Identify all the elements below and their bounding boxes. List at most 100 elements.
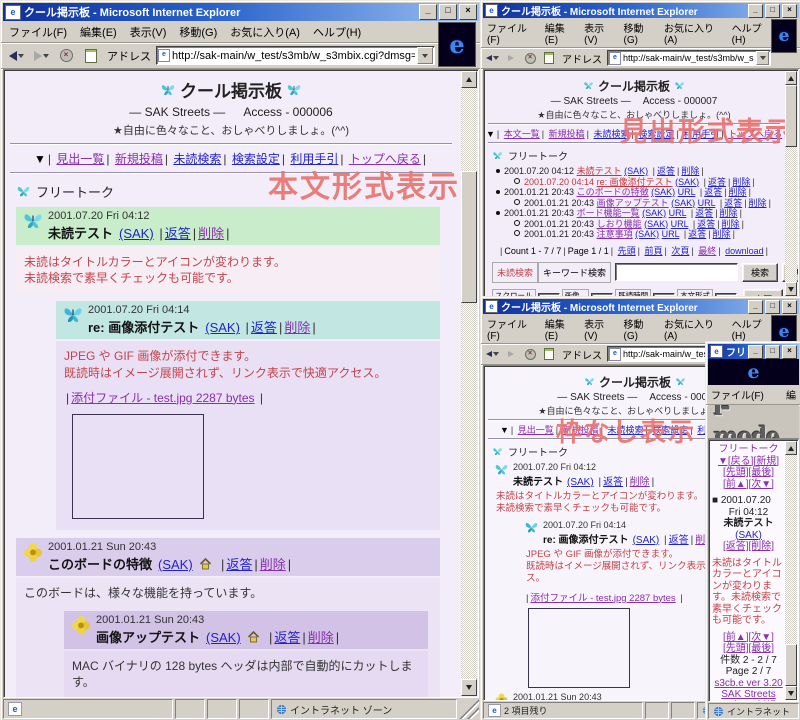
post-title-link[interactable]: re: 画像添付テスト bbox=[597, 177, 673, 187]
nav-new-post[interactable]: 新規投稿 bbox=[549, 129, 585, 139]
nav-heading-list[interactable]: 見出一覧 bbox=[518, 425, 554, 435]
reply-link[interactable]: 返答 bbox=[657, 166, 675, 176]
menu-help[interactable]: ヘルプ(H) bbox=[732, 20, 773, 46]
menu-favorites[interactable]: お気に入り(A) bbox=[664, 20, 724, 46]
anchor-down-icon[interactable]: ▼ bbox=[34, 152, 46, 166]
close-button[interactable]: × bbox=[782, 3, 797, 18]
pager-download[interactable]: download bbox=[725, 246, 764, 256]
stop-button[interactable]: × bbox=[55, 47, 77, 65]
delete-link[interactable]: 削除 bbox=[630, 477, 650, 488]
url-link[interactable]: URL bbox=[662, 229, 680, 239]
author-link[interactable]: (SAK) bbox=[644, 219, 668, 229]
url-link[interactable]: URL bbox=[678, 187, 696, 197]
menu-favorites[interactable]: お気に入り(A) bbox=[664, 316, 724, 342]
delete-link[interactable]: 削除 bbox=[720, 208, 738, 218]
url-link[interactable]: URL bbox=[669, 208, 687, 218]
author-link[interactable]: (SAK) bbox=[624, 166, 648, 176]
author-link[interactable]: (SAK) bbox=[635, 229, 659, 239]
scrollbar-thumb[interactable] bbox=[785, 85, 797, 147]
attached-image-preview[interactable] bbox=[72, 413, 204, 519]
titlebar[interactable]: e クール掲示板 - Microsoft Internet Explorer _… bbox=[3, 3, 479, 21]
menu-edit[interactable]: 編集(E) bbox=[545, 20, 576, 46]
menu-view[interactable]: 表示(V) bbox=[130, 24, 167, 40]
delete-link[interactable]: 削除 bbox=[732, 177, 750, 187]
nav-body-list[interactable]: 本文一覧 bbox=[504, 129, 540, 139]
url-link[interactable]: URL bbox=[698, 198, 716, 208]
nav-new-post[interactable]: 新規投稿 bbox=[115, 152, 163, 166]
scroll-up-button[interactable] bbox=[785, 441, 797, 455]
imode-nav-ends[interactable]: [先頭][最後] bbox=[712, 467, 785, 479]
home-icon[interactable] bbox=[199, 557, 212, 570]
minimize-button[interactable]: _ bbox=[748, 344, 763, 359]
delete-link[interactable]: 削除 bbox=[713, 229, 731, 239]
anchor-down-icon[interactable]: ▼ bbox=[486, 129, 495, 139]
menu-view[interactable]: 表示(V) bbox=[584, 20, 615, 46]
search-button[interactable]: 検索 bbox=[742, 262, 779, 282]
address-dropdown-button[interactable] bbox=[756, 51, 769, 65]
menu-favorites[interactable]: お気に入り(A) bbox=[230, 24, 300, 40]
vertical-scrollbar[interactable] bbox=[785, 441, 797, 700]
post-title-link[interactable]: 注意事項 bbox=[597, 229, 633, 239]
titlebar[interactable]: e フリー... _ □ × bbox=[708, 344, 799, 359]
author-link[interactable]: (SAK) bbox=[119, 226, 154, 241]
reply-link[interactable]: 返答 bbox=[708, 177, 726, 187]
resize-grip[interactable] bbox=[459, 699, 479, 719]
refresh-button[interactable] bbox=[80, 47, 102, 65]
scroll-up-button[interactable] bbox=[785, 71, 797, 85]
scroll-up-button[interactable] bbox=[461, 71, 477, 88]
author-link[interactable]: (SAK) bbox=[671, 198, 695, 208]
menu-go[interactable]: 移動(G) bbox=[624, 316, 656, 342]
scrollbar-thumb[interactable] bbox=[461, 171, 477, 303]
pager-last[interactable]: 最終 bbox=[698, 246, 716, 256]
attached-image-preview[interactable] bbox=[528, 607, 630, 688]
reply-link[interactable]: 返答 bbox=[669, 535, 689, 546]
scrollbar-thumb[interactable] bbox=[785, 644, 797, 686]
minimize-button[interactable]: _ bbox=[748, 299, 763, 314]
reply-link[interactable]: 返答 bbox=[603, 477, 623, 488]
close-button[interactable]: × bbox=[782, 299, 797, 314]
author-link[interactable]: (SAK) bbox=[675, 177, 699, 187]
menu-file[interactable]: ファイル(F) bbox=[9, 24, 67, 40]
reply-link[interactable]: 返答 bbox=[251, 320, 277, 335]
reply-link[interactable]: 返答 bbox=[704, 187, 722, 197]
maximize-button[interactable]: □ bbox=[765, 299, 780, 314]
reply-link[interactable]: 返答 bbox=[165, 226, 191, 241]
menu-go[interactable]: 移動(G) bbox=[179, 24, 217, 40]
maximize-button[interactable]: □ bbox=[765, 3, 780, 18]
keyword-input[interactable] bbox=[615, 263, 739, 281]
stop-button[interactable]: × bbox=[522, 348, 538, 361]
reply-link[interactable]: 返答 bbox=[274, 630, 300, 645]
address-input[interactable] bbox=[623, 53, 754, 63]
menu-file[interactable]: ファイル(F) bbox=[711, 387, 764, 402]
post-title-link[interactable]: 未読テスト bbox=[577, 166, 622, 176]
nav-unread-search[interactable]: 未読検索 bbox=[173, 152, 221, 166]
close-button[interactable]: × bbox=[459, 4, 477, 20]
delete-link[interactable]: 削除 bbox=[722, 219, 740, 229]
imode-nav-top[interactable]: ▼[戻る][新規] bbox=[712, 456, 785, 468]
close-button[interactable]: × bbox=[782, 344, 797, 359]
menu-file[interactable]: ファイル(F) bbox=[487, 316, 537, 342]
attachment-link[interactable]: 添付ファイル - test.jpg 2287 bytes bbox=[530, 593, 675, 604]
menu-edit[interactable]: 編集(E) bbox=[545, 316, 576, 342]
attachment-link[interactable]: 添付ファイル - test.jpg 2287 bytes bbox=[71, 391, 254, 405]
forward-button[interactable] bbox=[503, 52, 519, 65]
maximize-button[interactable]: □ bbox=[765, 344, 780, 359]
imode-nav-top[interactable]: ▼[戻る][新規] bbox=[712, 701, 785, 702]
minimize-button[interactable]: _ bbox=[748, 3, 763, 18]
menu-help[interactable]: ヘルプ(H) bbox=[732, 316, 773, 342]
scroll-down-button[interactable] bbox=[785, 282, 797, 296]
author-link[interactable]: (SAK) bbox=[158, 557, 193, 572]
stop-button[interactable]: × bbox=[522, 52, 538, 65]
reply-link[interactable]: 返答 bbox=[695, 208, 713, 218]
forward-button[interactable] bbox=[30, 47, 52, 65]
author-link[interactable]: (SAK) bbox=[633, 535, 660, 546]
sak-streets-link[interactable]: SAK Streets bbox=[721, 689, 775, 700]
titlebar[interactable]: e クール掲示板 - Microsoft Internet Explorer _… bbox=[483, 3, 799, 18]
menu-go[interactable]: 移動(G) bbox=[624, 20, 656, 46]
vertical-scrollbar[interactable] bbox=[461, 71, 477, 696]
delete-link[interactable]: 削除 bbox=[284, 320, 310, 335]
author-link[interactable]: (SAK) bbox=[735, 530, 762, 541]
version-link[interactable]: s3cb.e ver 3.20 bbox=[714, 678, 782, 689]
post-title-link[interactable]: 画像アップテスト bbox=[597, 198, 669, 208]
author-link[interactable]: (SAK) bbox=[206, 630, 241, 645]
